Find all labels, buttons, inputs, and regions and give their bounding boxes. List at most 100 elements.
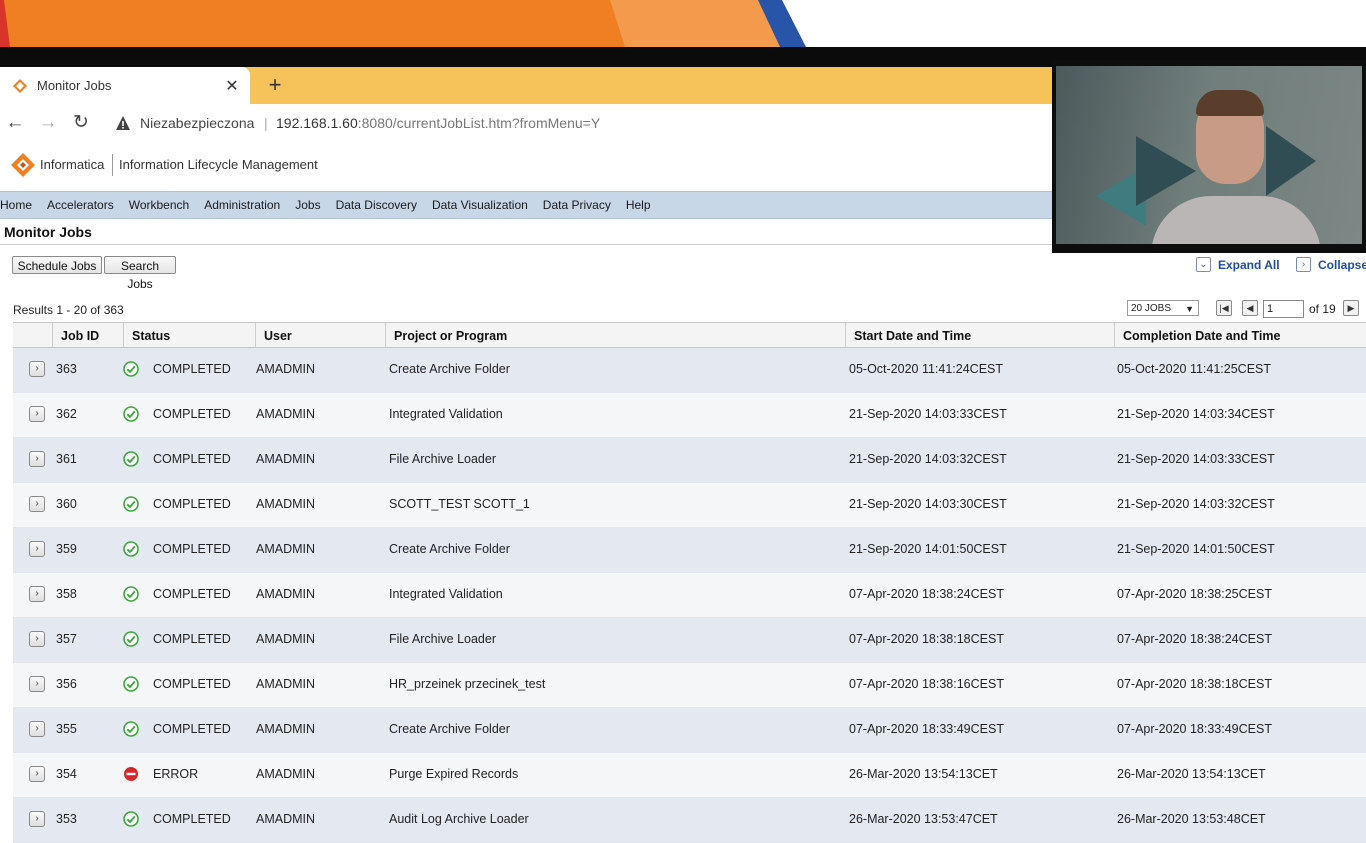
cell-user: AMADMIN: [256, 542, 316, 556]
webcam-overlay: [1052, 60, 1366, 253]
table-header: Job ID Status User Project or Program St…: [13, 322, 1366, 348]
cell-status: COMPLETED: [153, 497, 231, 511]
header-job-id[interactable]: Job ID: [52, 323, 125, 347]
expand-all-link[interactable]: Expand All: [1218, 258, 1280, 272]
cell-job-id: 355: [56, 722, 77, 736]
menu-item-accelerators[interactable]: Accelerators: [47, 198, 114, 212]
menu-item-administration[interactable]: Administration: [204, 198, 280, 212]
table-row[interactable]: › 358 COMPLETED AMADMIN Integrated Validatio…: [13, 573, 1366, 618]
dropdown-caret-icon: ▼: [1185, 304, 1194, 314]
search-jobs-button[interactable]: Search Jobs: [104, 256, 176, 291]
table-row[interactable]: › 362 COMPLETED AMADMIN Integrated Validatio…: [13, 393, 1366, 438]
completed-check-icon: [123, 631, 139, 647]
header-status[interactable]: Status: [123, 323, 255, 347]
expand-row-icon[interactable]: ›: [29, 586, 45, 602]
completed-check-icon: [123, 586, 139, 602]
header-completion-date[interactable]: Completion Date and Time: [1114, 323, 1366, 347]
new-tab-button[interactable]: +: [264, 73, 286, 97]
table-row[interactable]: › 359 COMPLETED AMADMIN Create Archive Folde…: [13, 528, 1366, 573]
cell-completion-date: 07-Apr-2020 18:38:18CEST: [1117, 677, 1272, 691]
completed-check-icon: [123, 541, 139, 557]
cell-completion-date: 07-Apr-2020 18:38:25CEST: [1117, 587, 1272, 601]
not-secure-label[interactable]: Niezabezpieczona: [140, 115, 254, 131]
table-row[interactable]: › 354 ERROR AMADMIN Purge Expired Records 26-…: [13, 753, 1366, 798]
chevron-down-icon: ⌄: [1196, 257, 1211, 272]
menu-item-jobs[interactable]: Jobs: [295, 198, 320, 212]
table-row[interactable]: › 353 COMPLETED AMADMIN Audit Log Archive Lo…: [13, 798, 1366, 843]
expand-row-icon[interactable]: ›: [29, 541, 45, 557]
cell-program: File Archive Loader: [389, 632, 497, 646]
informatica-favicon-icon: [13, 78, 27, 93]
expand-all-control[interactable]: ⌄ Expand All: [1196, 257, 1280, 272]
cell-start-date: 07-Apr-2020 18:33:49CEST: [849, 722, 1004, 736]
completed-check-icon: [123, 451, 139, 467]
page-title: Monitor Jobs: [4, 224, 92, 240]
url-field[interactable]: 192.168.1.60:8080/currentJobList.htm?fro…: [276, 115, 600, 131]
jobs-per-page-select[interactable]: 20 JOBS ▼: [1127, 300, 1199, 316]
previous-page-icon[interactable]: ◀: [1242, 300, 1258, 316]
table-body: › 363 COMPLETED AMADMIN Create Archive Folde…: [13, 348, 1366, 843]
expand-row-icon[interactable]: ›: [29, 766, 45, 782]
banner-light-orange-stripe: [610, 0, 780, 47]
cell-job-id: 357: [56, 632, 77, 646]
expand-row-icon[interactable]: ›: [29, 361, 45, 377]
menu-item-workbench[interactable]: Workbench: [129, 198, 189, 212]
menu-item-home[interactable]: Home: [0, 198, 32, 212]
page-number-input[interactable]: 1: [1263, 300, 1304, 318]
cell-program: Create Archive Folder: [389, 542, 510, 556]
menu-item-data-visualization[interactable]: Data Visualization: [432, 198, 528, 212]
table-row[interactable]: › 360 COMPLETED AMADMIN SCOTT_TEST SCOTT_1 21…: [13, 483, 1366, 528]
cell-start-date: 21-Sep-2020 14:03:32CEST: [849, 452, 1007, 466]
cell-status: COMPLETED: [153, 722, 231, 736]
next-page-icon[interactable]: ▶: [1343, 300, 1359, 316]
table-row[interactable]: › 356 COMPLETED AMADMIN HR_przeinek przecine…: [13, 663, 1366, 708]
menu-item-data-privacy[interactable]: Data Privacy: [543, 198, 611, 212]
expand-row-icon[interactable]: ›: [29, 406, 45, 422]
menu-item-help[interactable]: Help: [626, 198, 651, 212]
error-status-icon: [124, 767, 138, 781]
back-arrow-icon[interactable]: ←: [4, 113, 26, 133]
cell-status: ERROR: [153, 767, 199, 781]
cell-completion-date: 26-Mar-2020 13:53:48CET: [1117, 812, 1266, 826]
collapse-link[interactable]: Collapse: [1318, 258, 1366, 272]
completed-check-icon: [123, 676, 139, 692]
first-page-icon[interactable]: |◀: [1216, 300, 1232, 316]
collapse-control[interactable]: › Collapse: [1296, 257, 1366, 272]
jobs-table: Job ID Status User Project or Program St…: [13, 322, 1366, 843]
cell-job-id: 356: [56, 677, 77, 691]
reload-icon[interactable]: ↻: [70, 113, 92, 133]
header-user[interactable]: User: [255, 323, 385, 347]
not-secure-warning-icon[interactable]: [115, 115, 131, 131]
cell-status: COMPLETED: [153, 362, 231, 376]
cell-user: AMADMIN: [256, 362, 316, 376]
forward-arrow-icon[interactable]: →: [37, 113, 59, 133]
cell-job-id: 361: [56, 452, 77, 466]
schedule-jobs-button[interactable]: Schedule Jobs: [12, 256, 102, 274]
expand-row-icon[interactable]: ›: [29, 496, 45, 512]
table-row[interactable]: › 355 COMPLETED AMADMIN Create Archive Folde…: [13, 708, 1366, 753]
url-path: :8080/currentJobList.htm?fromMenu=Y: [357, 115, 601, 131]
browser-tab-monitor-jobs[interactable]: Monitor Jobs ✕: [0, 67, 250, 104]
cell-user: AMADMIN: [256, 497, 316, 511]
expand-row-icon[interactable]: ›: [29, 721, 45, 737]
presenter-hair: [1196, 90, 1264, 116]
close-tab-icon[interactable]: ✕: [224, 76, 240, 96]
expand-row-icon[interactable]: ›: [29, 676, 45, 692]
header-start-date[interactable]: Start Date and Time: [845, 323, 1115, 347]
expand-row-icon[interactable]: ›: [29, 631, 45, 647]
top-banner: [0, 0, 1366, 47]
table-row[interactable]: › 363 COMPLETED AMADMIN Create Archive Folde…: [13, 348, 1366, 393]
table-row[interactable]: › 361 COMPLETED AMADMIN File Archive Loader 2…: [13, 438, 1366, 483]
cell-program: Integrated Validation: [389, 407, 503, 421]
table-row[interactable]: › 357 COMPLETED AMADMIN File Archive Loader 0…: [13, 618, 1366, 663]
brand-name: Informatica: [40, 157, 105, 172]
cell-job-id: 360: [56, 497, 77, 511]
header-project-or-program[interactable]: Project or Program: [385, 323, 845, 347]
cell-job-id: 359: [56, 542, 77, 556]
expand-row-icon[interactable]: ›: [29, 451, 45, 467]
cell-job-id: 353: [56, 812, 77, 826]
menu-item-data-discovery[interactable]: Data Discovery: [336, 198, 417, 212]
cell-job-id: 354: [56, 767, 77, 781]
cell-status: COMPLETED: [153, 587, 231, 601]
expand-row-icon[interactable]: ›: [29, 811, 45, 827]
